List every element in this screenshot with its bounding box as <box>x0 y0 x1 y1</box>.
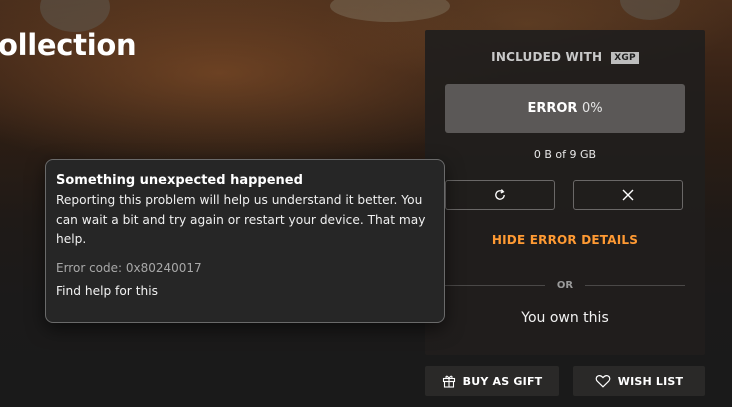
divider-line-left <box>445 284 545 286</box>
gift-icon <box>442 375 455 388</box>
error-code: Error code: 0x80240017 <box>56 260 202 275</box>
retry-button[interactable] <box>445 180 555 210</box>
hide-error-details-link[interactable]: HIDE ERROR DETAILS <box>425 233 705 247</box>
error-title: Something unexpected happened <box>56 173 303 188</box>
retry-icon <box>495 189 505 200</box>
or-label: OR <box>556 279 574 291</box>
status-label: ERROR <box>527 101 578 116</box>
error-description: Reporting this problem will help us unde… <box>56 193 426 246</box>
status-percent: 0% <box>581 101 603 116</box>
download-size: 0 B of 9 GB <box>533 148 597 161</box>
install-status-button[interactable]: ERROR 0% <box>445 84 685 133</box>
xgp-badge: XGP <box>611 52 639 64</box>
heart-icon <box>595 375 611 388</box>
error-details-flyout: Something unexpected happened Reporting … <box>45 159 445 323</box>
purchase-panel: INCLUDED WITH XGP ERROR 0% 0 B of 9 GB HI… <box>425 30 705 355</box>
find-help-link[interactable]: Find help for this <box>56 284 434 298</box>
divider-line-right <box>585 284 686 286</box>
ownership-text: You own this <box>521 310 609 326</box>
or-divider: OR <box>445 278 686 292</box>
included-with: INCLUDED WITH XGP <box>425 50 705 64</box>
game-title: ollection <box>0 28 137 62</box>
hero-figure-right <box>620 0 680 20</box>
buy-as-gift-button[interactable]: BUY AS GIFT <box>425 366 559 396</box>
close-icon <box>622 189 634 201</box>
hero-figure-center <box>330 0 450 22</box>
included-label: INCLUDED WITH <box>491 50 603 64</box>
wish-list-button[interactable]: WISH LIST <box>573 366 705 396</box>
wish-list-label: WISH LIST <box>617 374 684 388</box>
cancel-button[interactable] <box>573 180 683 210</box>
buy-as-gift-label: BUY AS GIFT <box>462 374 543 388</box>
